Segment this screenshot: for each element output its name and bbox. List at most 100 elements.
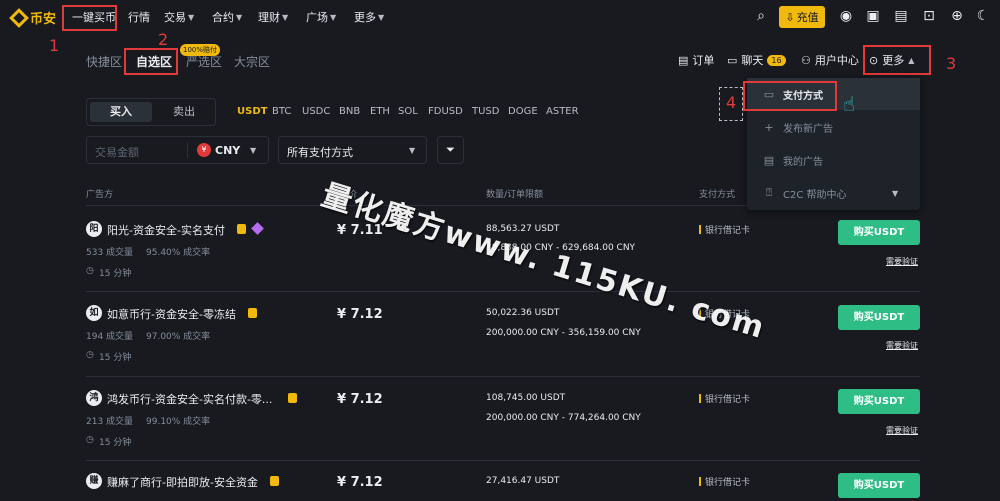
payment-time: 15 分钟: [99, 269, 132, 279]
deposit-label: 充值: [796, 11, 819, 24]
menu-item-help-center[interactable]: ⍰ C2C 帮助中心 ▼: [747, 177, 920, 209]
verified-diamond-icon: [251, 222, 264, 235]
table-row: 鸿 鸿发币行-资金安全-实名付款-零... 213 成交量 99.10% 成交率…: [0, 376, 1000, 460]
user-center-icon: ⚇: [801, 53, 811, 67]
payment-select-value: 所有支付方式: [287, 146, 353, 159]
chat-link[interactable]: ▭ 聊天 16: [727, 52, 786, 68]
deposit-button[interactable]: ⇩ 充值: [779, 6, 825, 28]
currency-select[interactable]: CNY: [215, 144, 240, 157]
nav-square-label: 广场: [306, 11, 328, 24]
verify-link[interactable]: 需要验证: [886, 425, 918, 436]
logo[interactable]: 币安: [9, 7, 56, 28]
buy-usdt-button[interactable]: 购买USDT: [838, 473, 920, 498]
chevron-down-icon: ▼: [282, 12, 289, 22]
moon-icon[interactable]: ☾: [974, 7, 992, 25]
annotation-box-2: [124, 48, 178, 75]
menu-item-post-ad[interactable]: + 发布新广告: [747, 111, 920, 143]
cny-flag-icon: ¥: [197, 143, 211, 157]
verify-link[interactable]: 需要验证: [886, 340, 918, 351]
search-icon[interactable]: ⌕: [752, 7, 770, 25]
payment-method: 银行借记卡: [699, 223, 750, 236]
coin-tab-sol[interactable]: SOL: [398, 106, 418, 117]
chat-count-badge: 16: [767, 54, 786, 66]
clock-icon: ◷: [86, 435, 94, 445]
coin-tab-usdc[interactable]: USDC: [302, 106, 330, 117]
trade-count: 213 成交量: [86, 417, 134, 427]
merchant-name[interactable]: 如意币行-资金安全-零冻结: [107, 306, 236, 322]
nav-square[interactable]: 广场 ▼: [306, 9, 336, 25]
unit-price: ¥ 7.12: [337, 307, 383, 322]
filter-icon[interactable]: ⏷: [437, 136, 464, 164]
avatar: 如: [86, 305, 102, 321]
menu-item-label: C2C 帮助中心: [783, 189, 847, 201]
unit-price: ¥ 7.12: [337, 475, 383, 490]
nav-futures[interactable]: 合约 ▼: [212, 9, 242, 25]
coin-tab-usdt[interactable]: USDT: [237, 106, 267, 117]
hand-cursor-icon: ☝: [843, 92, 856, 116]
nav-more[interactable]: 更多 ▼: [354, 9, 384, 25]
tab-express[interactable]: 快捷区: [86, 53, 122, 70]
buy-usdt-button[interactable]: 购买USDT: [838, 220, 920, 245]
buy-usdt-button[interactable]: 购买USDT: [838, 305, 920, 330]
amount-input[interactable]: 交易金额 ¥ CNY ▼: [86, 136, 269, 164]
merchant-name[interactable]: 鸿发币行-资金安全-实名付款-零...: [107, 391, 272, 407]
nav-trade[interactable]: 交易 ▼: [164, 9, 194, 25]
user-center-link[interactable]: ⚇ 用户中心: [801, 52, 859, 68]
header-limit: 数量/订单限额: [486, 190, 544, 200]
order-limit: 200,000.00 CNY - 356,159.00 CNY: [486, 328, 641, 338]
tab-block[interactable]: 大宗区: [234, 53, 270, 70]
coin-tab-fdusd[interactable]: FDUSD: [428, 106, 463, 117]
chevron-down-icon: ▼: [330, 12, 337, 22]
nav-finance[interactable]: 理财 ▼: [258, 9, 288, 25]
merchant-badge-icon: [270, 476, 279, 486]
coin-tab-btc[interactable]: BTC: [272, 106, 291, 117]
payment-color-bar: [699, 477, 701, 486]
tab-select[interactable]: 严选区: [186, 53, 222, 70]
nav-markets[interactable]: 行情: [128, 9, 150, 25]
annotation-number-3: 3: [946, 54, 957, 73]
menu-item-label: 发布新广告: [783, 123, 833, 135]
merchant-name[interactable]: 阳光-资金安全-实名支付: [107, 222, 225, 238]
nav-trade-label: 交易: [164, 11, 186, 24]
available-amount: 108,745.00 USDT: [486, 393, 566, 403]
buy-tab[interactable]: 买入: [90, 102, 152, 122]
menu-item-my-ads[interactable]: ▤ 我的广告: [747, 144, 920, 176]
user-icon[interactable]: ◉: [837, 7, 855, 25]
orders-icon: ▤: [678, 53, 689, 67]
annotation-number-2: 2: [158, 30, 169, 49]
merchant-badge-icon: [248, 308, 257, 318]
coin-tab-doge[interactable]: DOGE: [508, 106, 538, 117]
buy-usdt-button[interactable]: 购买USDT: [838, 389, 920, 414]
chevron-down-icon: ▼: [409, 146, 416, 155]
merchant-name[interactable]: 赚麻了商行-即拍即放-安全资金: [107, 474, 258, 490]
chevron-down-icon: ▼: [892, 188, 899, 198]
coin-tab-aster[interactable]: ASTER: [546, 106, 579, 117]
plus-icon: +: [764, 120, 774, 134]
verify-link[interactable]: 需要验证: [886, 256, 918, 267]
download-icon: ⇩: [785, 10, 795, 24]
chevron-down-icon: ▼: [236, 12, 243, 22]
order-limit: 200,000.00 CNY - 774,264.00 CNY: [486, 413, 641, 423]
chat-label: 聊天: [741, 54, 764, 67]
sell-tab[interactable]: 卖出: [156, 102, 212, 122]
header-payment: 支付方式: [699, 190, 736, 200]
binance-logo-icon: [9, 7, 29, 28]
orders-link[interactable]: ▤ 订单: [678, 52, 714, 68]
payment-select[interactable]: 所有支付方式 ▼: [278, 136, 427, 164]
chat-icon: ▭: [727, 53, 738, 67]
globe-icon[interactable]: ⊕: [948, 7, 966, 25]
coin-tab-bnb[interactable]: BNB: [339, 106, 360, 117]
coin-tab-eth[interactable]: ETH: [370, 106, 390, 117]
payment-method-label: 银行借记卡: [705, 478, 751, 488]
avatar: 阳: [86, 221, 102, 237]
wallet-icon[interactable]: ▣: [864, 7, 882, 25]
app-download-icon[interactable]: ⊡: [920, 7, 938, 25]
clock-icon: ◷: [86, 266, 94, 276]
payment-time: 15 分钟: [99, 353, 132, 363]
message-icon[interactable]: ▤: [892, 7, 910, 25]
top-nav: 币安 一键买币 行情 交易 ▼ 合约 ▼ 理财 ▼ 广场 ▼ 更多 ▼ ⌕ ⇩ 充值 ◉ ▣…: [0, 0, 1000, 34]
header-advertiser: 广告方: [86, 190, 114, 200]
payment-color-bar: [699, 394, 701, 403]
completion-rate: 99.10% 成交率: [146, 417, 211, 427]
coin-tab-tusd[interactable]: TUSD: [472, 106, 499, 117]
